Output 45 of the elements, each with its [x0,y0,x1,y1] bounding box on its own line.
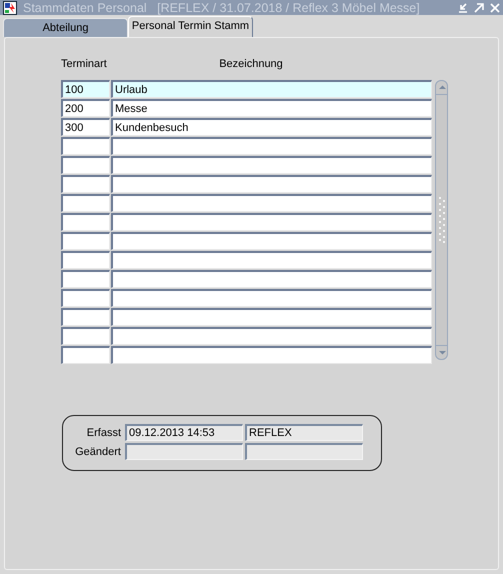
tab[interactable]: Abteilung [3,18,128,37]
table-cell[interactable] [111,232,432,250]
table-cell[interactable] [111,175,432,193]
table-cell[interactable] [61,194,110,212]
table-cell[interactable]: Kundenbesuch [111,118,432,136]
table-cell[interactable] [111,137,432,155]
table-cell[interactable]: 300 [61,118,110,136]
table-cell[interactable] [61,346,110,364]
app-icon [3,0,17,14]
user-field: REFLEX [245,424,363,441]
table-cell[interactable] [111,346,432,364]
table-cell[interactable] [111,289,432,307]
maximize-icon[interactable] [473,2,485,14]
table-cell[interactable] [111,251,432,269]
table-cell[interactable] [61,175,110,193]
column-header: Terminart [61,58,108,72]
table-cell[interactable] [111,308,432,326]
table-cell[interactable]: 100 [61,80,110,98]
field-label: Erfasst [86,426,121,438]
table-cell[interactable]: 200 [61,99,110,117]
table-cell[interactable] [111,156,432,174]
table-cell[interactable] [111,270,432,288]
field-label: Geändert [74,446,121,458]
minimize-icon[interactable] [457,2,469,14]
table-cell[interactable] [111,194,432,212]
table-cell[interactable]: Messe [111,99,432,117]
grip-icon [436,196,446,244]
table-cell[interactable] [61,137,110,155]
table-cell[interactable] [61,213,110,231]
close-icon[interactable] [489,2,501,14]
table-cell[interactable] [111,213,432,231]
table-cell[interactable] [61,251,110,269]
window-title: Stammdaten Personal [REFLEX / 31.07.2018 / Reflex 3 Möbel Messe] [23,0,421,14]
table-cell[interactable]: Urlaub [111,80,432,98]
table-cell[interactable] [111,327,432,345]
table-cell[interactable] [61,156,110,174]
table-cell[interactable] [61,232,110,250]
table-cell[interactable] [61,270,110,288]
scrollbar[interactable] [435,80,448,360]
table-cell[interactable] [61,308,110,326]
tab[interactable]: Personal Termin Stamm [128,16,253,37]
column-header: Bezeichnung [218,58,284,72]
date-field: 09.12.2013 14:53 [125,424,243,441]
table-cell[interactable] [61,327,110,345]
table-cell[interactable] [61,289,110,307]
